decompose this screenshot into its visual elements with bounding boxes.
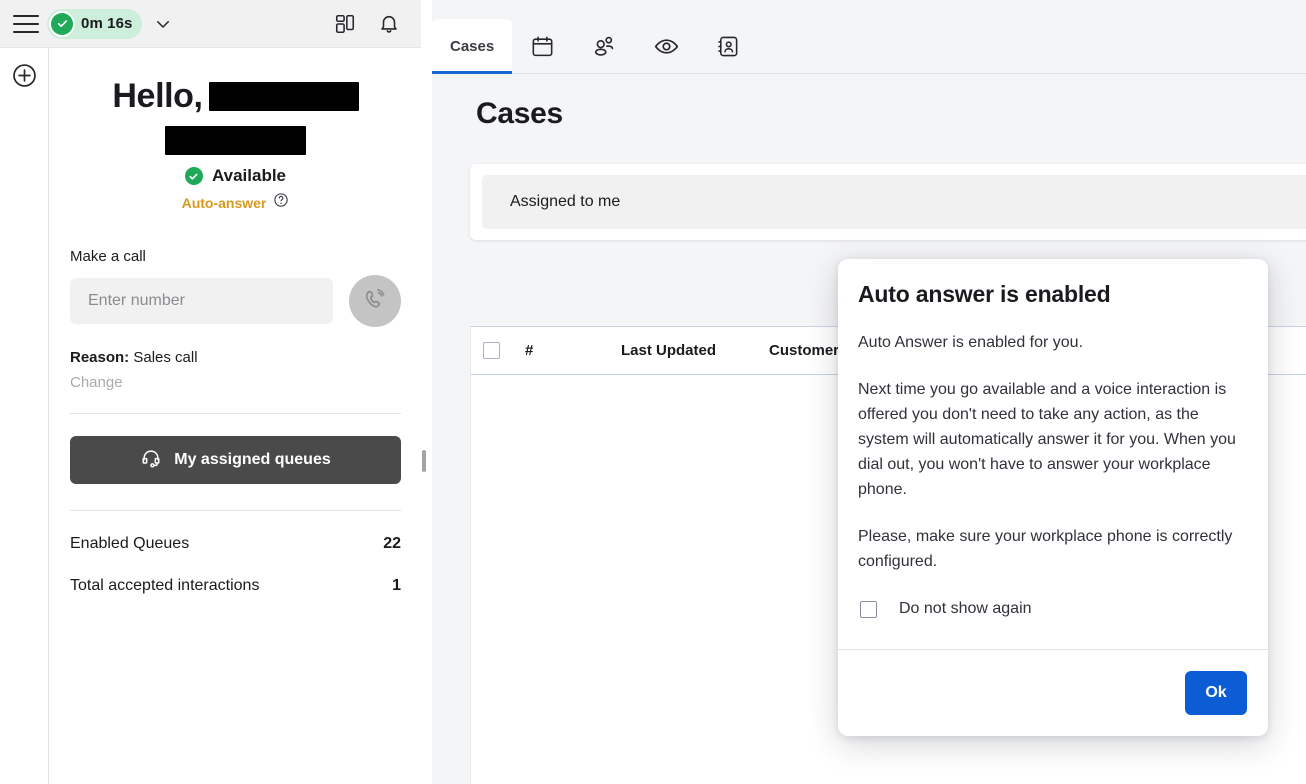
do-not-show-again-row[interactable]: Do not show again [858,600,1248,618]
greeting-block: Hello, [70,68,401,155]
divider-2 [70,510,401,511]
tab-observe[interactable] [635,19,698,73]
modal-paragraph-1: Auto Answer is enabled for you. [858,334,1084,351]
modal-paragraph-3: Please, make sure your workplace phone i… [858,528,1233,570]
calendar-icon [530,34,555,59]
redacted-name-part-2 [165,125,306,155]
dashboard-grid-icon[interactable] [329,8,361,40]
chevron-down-icon[interactable] [148,9,178,39]
tab-people[interactable] [573,19,635,73]
panel-resize-handle[interactable] [422,450,426,472]
phone-call-icon [362,287,388,316]
call-row [70,275,401,327]
assigned-to-me-filter[interactable]: Assigned to me [482,175,1306,229]
auto-answer-modal: Auto answer is enabled Auto Answer is en… [838,259,1268,736]
reason-label: Reason: [70,349,130,366]
app-root: 0m 16s Hello, Available Auto-answer Make… [0,0,1306,784]
select-all-checkbox[interactable] [483,342,500,359]
plus-circle-icon[interactable] [9,60,39,90]
left-rail [0,48,49,784]
auto-answer-label: Auto-answer [181,194,267,211]
page-title: Cases [476,97,563,130]
ok-button[interactable]: Ok [1185,671,1247,715]
agent-panel: 0m 16s Hello, Available Auto-answer Make… [0,0,421,784]
make-a-call-label: Make a call [70,248,146,265]
tab-cases-label: Cases [450,37,495,55]
stat-total-accepted-interactions: Total accepted interactions 1 [70,577,401,595]
modal-footer: Ok [838,649,1268,736]
status-timer: 0m 16s [81,15,133,32]
modal-paragraph-2: Next time you go available and a voice i… [858,381,1236,498]
stat-value: 22 [383,535,401,552]
my-assigned-queues-button[interactable]: My assigned queues [70,436,401,484]
headset-icon [140,447,162,474]
tab-strip: Cases [432,0,1306,74]
stat-label: Enabled Queues [70,535,190,552]
do-not-show-again-label: Do not show again [899,600,1032,617]
stat-label: Total accepted interactions [70,577,260,594]
reason-value: Sales call [133,349,198,366]
availability-status[interactable]: Available [70,166,401,186]
check-circle-icon [184,167,203,185]
eye-icon [653,33,680,60]
question-circle-icon[interactable] [273,192,289,213]
tab-cases[interactable]: Cases [432,19,513,74]
change-reason-link[interactable]: Change [70,374,401,391]
top-bar: 0m 16s [0,0,421,48]
hamburger-menu-icon[interactable] [13,14,39,33]
greeting-text: Hello, [112,77,203,115]
filter-card: Assigned to me [470,164,1306,240]
greeting-line-1: Hello, [70,76,401,116]
assigned-to-me-label: Assigned to me [510,193,621,210]
call-reason: Reason: Sales call [70,349,401,366]
stat-value: 1 [392,577,401,594]
availability-label: Available [211,166,287,185]
column-header-last-updated[interactable]: Last Updated [621,342,769,359]
people-icon [591,33,617,59]
select-all-cell [483,342,525,359]
greeting-line-2 [70,118,401,158]
phone-number-input[interactable] [70,278,333,324]
my-assigned-queues-label: My assigned queues [174,451,331,468]
call-button[interactable] [349,275,401,327]
check-circle-icon [49,10,75,37]
modal-title: Auto answer is enabled [858,281,1111,307]
modal-body: Auto answer is enabled Auto Answer is en… [838,259,1268,618]
redacted-name-part-1 [208,81,359,111]
topbar-actions [329,8,421,40]
do-not-show-again-checkbox[interactable] [860,600,877,618]
contact-card-icon [716,34,741,59]
tab-calendar[interactable] [512,19,573,73]
divider-1 [70,413,401,414]
bell-icon[interactable] [373,8,405,40]
tab-contacts[interactable] [698,19,759,73]
column-header-number[interactable]: # [525,342,621,359]
agent-status-pill[interactable]: 0m 16s [47,8,143,39]
stat-enabled-queues: Enabled Queues 22 [70,535,401,553]
agent-panel-body: Hello, Available Auto-answer Make a call… [50,48,421,784]
auto-answer-indicator: Auto-answer [70,192,401,213]
